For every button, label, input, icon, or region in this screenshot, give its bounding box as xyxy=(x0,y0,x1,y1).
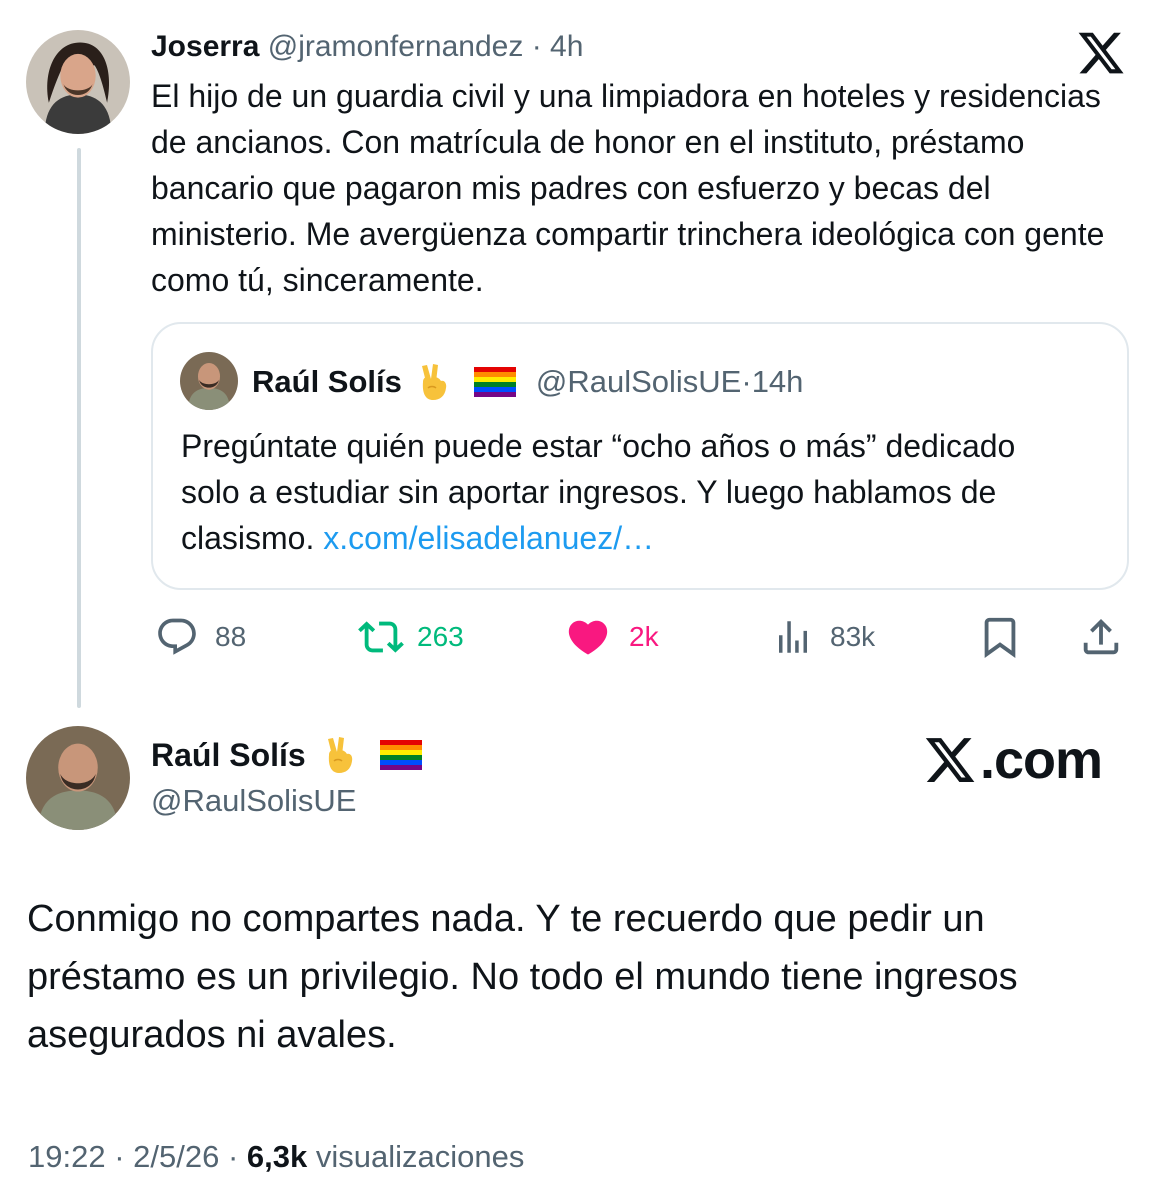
reply-handle[interactable]: @RaulSolisUE xyxy=(151,781,356,821)
views-count: 83k xyxy=(830,621,876,652)
avatar-joserra[interactable] xyxy=(26,30,130,134)
avatar-quoted xyxy=(180,352,238,410)
quoted-separator: · xyxy=(741,364,752,399)
watermark-text: .com xyxy=(980,730,1103,790)
avatar-raul[interactable] xyxy=(26,726,130,830)
footer-separator-2: · xyxy=(219,1139,247,1174)
views-icon xyxy=(779,621,807,653)
quoted-tweet-text: Pregúntate quién puede estar “ocho años … xyxy=(181,423,1081,561)
reply-tweet-text: Conmigo no compartes nada. Y te recuerdo… xyxy=(27,898,1018,1056)
parent-tweet-text: El hijo de un guardia civil y una limpia… xyxy=(151,78,1105,298)
retweet-icon xyxy=(358,621,404,653)
reply-author-name[interactable]: Raúl Solís xyxy=(151,735,306,775)
like-action[interactable]: 2k xyxy=(563,612,659,662)
footer-separator-1: · xyxy=(105,1139,134,1174)
parent-tweet-header: Joserra @jramonfernandez · 4h xyxy=(151,28,583,66)
views-total: 6,3k xyxy=(246,1139,308,1174)
reply-count: 88 xyxy=(215,621,247,652)
tweet-time[interactable]: 19:22 xyxy=(28,1139,106,1174)
reply-author-row: Raúl Solís xyxy=(151,734,422,776)
thread-line xyxy=(77,148,81,708)
share-action[interactable] xyxy=(1078,612,1124,662)
quoted-author-name: Raúl Solís xyxy=(252,364,402,399)
parent-author-name[interactable]: Joserra xyxy=(151,30,259,63)
bookmark-icon xyxy=(984,617,1016,658)
parent-separator: · xyxy=(523,30,551,63)
views-label: visualizaciones xyxy=(315,1139,525,1174)
avatar-image xyxy=(26,30,130,134)
quoted-tweet-link[interactable]: x.com/elisadelanuez/… xyxy=(323,520,654,556)
avatar-image xyxy=(180,352,238,410)
like-count: 2k xyxy=(629,621,659,652)
rainbow-flag-emoji xyxy=(473,367,516,397)
parent-time[interactable]: 4h xyxy=(550,30,583,63)
reply-action[interactable]: 88 xyxy=(155,612,246,662)
victory-hand-emoji xyxy=(327,737,352,773)
avatar-image xyxy=(26,726,130,830)
xcom-watermark: .com xyxy=(922,728,1103,792)
quoted-tweet-header: Raúl Solís @RaulSolisUE · 14h xyxy=(252,362,803,402)
quoted-time: 14h xyxy=(751,364,804,399)
x-logo-icon xyxy=(925,738,975,782)
tweet-date[interactable]: 2/5/26 xyxy=(133,1139,219,1174)
rainbow-flag-emoji xyxy=(379,740,422,770)
quoted-handle: @RaulSolisUE xyxy=(535,364,742,399)
like-icon xyxy=(568,620,608,655)
retweet-action[interactable]: 263 xyxy=(355,612,464,662)
victory-hand-emoji xyxy=(421,364,447,400)
x-logo-icon xyxy=(1078,32,1124,74)
retweet-count: 263 xyxy=(417,621,464,652)
tweet-footer: 19:22 · 2/5/26 · 6,3k visualizaciones xyxy=(28,1136,524,1178)
parent-handle[interactable]: @jramonfernandez xyxy=(268,30,524,63)
share-icon xyxy=(1083,618,1119,655)
reply-icon xyxy=(158,618,196,655)
bookmark-action[interactable] xyxy=(977,612,1023,662)
views-action[interactable]: 83k xyxy=(772,612,875,662)
